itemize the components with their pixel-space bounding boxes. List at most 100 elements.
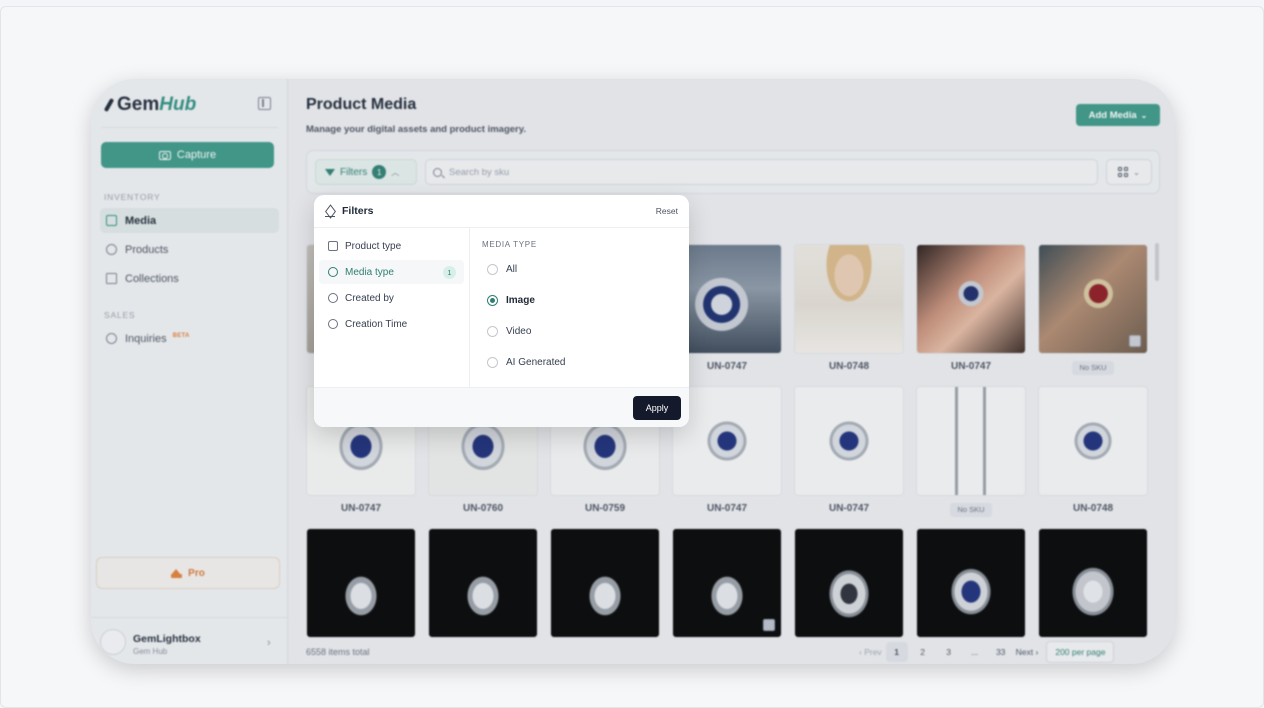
sku-label: UN-0760 [462, 503, 504, 514]
sidebar-item-media[interactable]: Media [100, 208, 279, 233]
pro-upgrade-button[interactable]: Pro [96, 557, 280, 589]
filter-category-product-type[interactable]: Product type [319, 234, 464, 258]
filter-category-label: Product type [345, 240, 402, 252]
filters-button[interactable]: Filters 1 ︿ [315, 159, 417, 185]
media-card[interactable] [428, 528, 538, 638]
sidebar-item-inquiries[interactable]: Inquiries BETA [100, 326, 279, 351]
filter-category-creation-time[interactable]: Creation Time [319, 312, 464, 336]
media-thumbnail[interactable] [794, 244, 904, 354]
media-card[interactable]: No SKU [916, 386, 1026, 517]
view-toggle-button[interactable]: ⌄ [1106, 159, 1152, 185]
media-thumbnail[interactable] [1038, 528, 1148, 638]
add-media-button[interactable]: Add Media ⌄ [1076, 104, 1160, 126]
filter-category-created-by[interactable]: Created by [319, 286, 464, 310]
account-subtitle: Gem Hub [133, 647, 168, 656]
media-card[interactable]: UN-0747 [916, 244, 1026, 372]
media-type-heading: MEDIA TYPE [482, 240, 537, 249]
no-sku-chip: No SKU [950, 503, 992, 517]
media-type-options: MEDIA TYPE All Image Video AI Generated [482, 228, 682, 387]
sku-label: UN-0747 [340, 503, 382, 514]
media-type-option-image[interactable]: Image [487, 295, 535, 306]
radio-button[interactable] [487, 264, 498, 275]
brand-logo[interactable]: Gem Hub [103, 94, 196, 116]
page-button-3[interactable]: 3 [938, 642, 960, 662]
page-button-33[interactable]: 33 [990, 642, 1012, 662]
clock-icon [328, 319, 338, 329]
media-thumbnail[interactable] [1038, 244, 1148, 354]
media-type-option-ai-generated[interactable]: AI Generated [487, 357, 565, 368]
prev-page-button[interactable]: ‹ Prev [859, 642, 882, 662]
media-card[interactable] [306, 528, 416, 638]
media-thumbnail[interactable] [916, 244, 1026, 354]
media-card[interactable]: UN-0748 [794, 244, 904, 372]
pro-label: Pro [188, 567, 205, 579]
media-card[interactable] [794, 528, 904, 638]
media-thumbnail[interactable] [428, 528, 538, 638]
camera-icon [158, 150, 171, 160]
filters-popover-body: Product type Media type 1 Created by Cre… [314, 228, 689, 387]
no-sku-chip: No SKU [1072, 361, 1114, 375]
media-card[interactable]: UN-0747 [794, 386, 904, 514]
book-icon [106, 273, 117, 284]
sku-label: UN-0747 [828, 503, 870, 514]
option-label: AI Generated [506, 357, 566, 368]
page-title: Product Media [306, 96, 417, 113]
per-page-select[interactable]: 200 per page [1046, 641, 1115, 663]
crown-icon [171, 568, 183, 578]
chevron-right-icon[interactable]: › [267, 637, 271, 649]
capture-button[interactable]: Capture [101, 142, 274, 168]
media-card[interactable] [916, 528, 1026, 638]
items-total: 6558 items total [306, 647, 370, 657]
radio-button[interactable] [487, 357, 498, 368]
media-thumbnail[interactable] [916, 528, 1026, 638]
filter-category-label: Creation Time [345, 318, 408, 330]
radio-button[interactable] [487, 326, 498, 337]
media-card[interactable]: No SKU [1038, 244, 1148, 375]
media-thumbnail[interactable] [672, 528, 782, 638]
category-count-badge: 1 [443, 265, 456, 279]
gallery-scrollbar[interactable] [1155, 243, 1159, 281]
sidebar-item-collections[interactable]: Collections [100, 266, 279, 291]
sidebar-collapse-icon[interactable] [258, 97, 271, 110]
media-thumbnail[interactable] [794, 528, 904, 638]
media-thumbnail[interactable] [916, 386, 1026, 496]
apply-button[interactable]: Apply [633, 396, 681, 420]
chevron-down-icon: ⌄ [1133, 167, 1140, 177]
avatar[interactable] [100, 629, 126, 655]
filter-category-list: Product type Media type 1 Created by Cre… [314, 228, 470, 387]
page-button-2[interactable]: 2 [912, 642, 934, 662]
search-icon [433, 167, 442, 177]
grid-icon [1118, 167, 1129, 177]
inventory-section-label: INVENTORY [104, 192, 161, 202]
chevron-down-icon: ⌄ [1140, 110, 1148, 120]
filter-category-media-type[interactable]: Media type 1 [319, 260, 464, 284]
media-type-option-video[interactable]: Video [487, 326, 531, 337]
video-badge-icon [1129, 335, 1141, 347]
radio-button[interactable] [487, 295, 498, 306]
media-card[interactable] [550, 528, 660, 638]
sidebar-item-label: Media [125, 214, 157, 227]
media-thumbnail[interactable] [794, 386, 904, 496]
sidebar-item-products[interactable]: Products [100, 237, 279, 262]
reset-button[interactable]: Reset [656, 206, 678, 216]
filters-popover-header: Filters Reset [314, 195, 689, 228]
media-thumbnail[interactable] [1038, 386, 1148, 496]
media-thumbnail[interactable] [306, 528, 416, 638]
page-button-1[interactable]: 1 [885, 642, 908, 662]
media-card[interactable] [1038, 528, 1148, 638]
option-label: All [506, 264, 518, 275]
sidebar-item-label: Products [125, 243, 169, 256]
account-name[interactable]: GemLightbox [133, 633, 201, 645]
sidebar-item-label: Inquiries [125, 332, 167, 345]
media-thumbnail[interactable] [550, 528, 660, 638]
filters-popover: Filters Reset Product type Media type 1 … [314, 195, 689, 427]
box-icon [106, 244, 117, 255]
filter-count-badge: 1 [372, 165, 387, 179]
next-page-button[interactable]: Next › [1016, 642, 1039, 662]
beta-badge: BETA [172, 332, 190, 339]
media-card[interactable]: UN-0748 [1038, 386, 1148, 514]
search-input[interactable]: Search by sku [425, 159, 1098, 185]
media-card[interactable] [672, 528, 782, 638]
media-type-option-all[interactable]: All [487, 264, 517, 275]
sales-section-label: SALES [104, 310, 136, 320]
